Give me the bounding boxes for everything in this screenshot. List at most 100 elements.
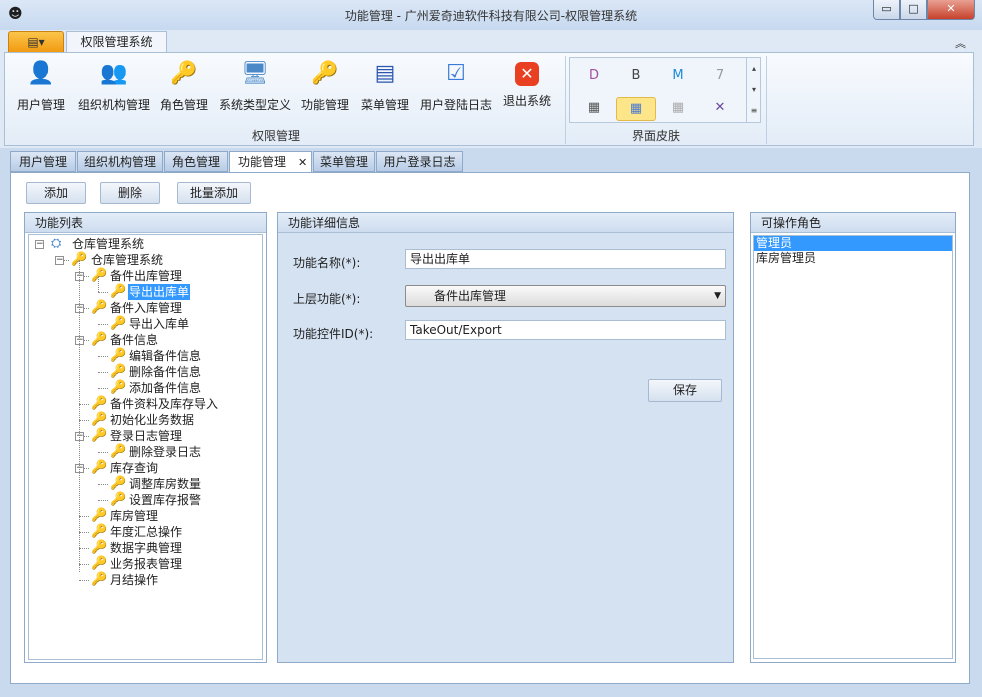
key-icon: 🔑 (91, 428, 108, 443)
key-icon: 🔑 (91, 460, 108, 475)
key-icon: 🔑 (91, 540, 108, 555)
delete-button[interactable]: 删除 (100, 182, 160, 204)
parent-function-select[interactable]: 备件出库管理 ▼ (405, 285, 726, 307)
maximize-button[interactable]: □ (900, 0, 927, 20)
key-icon: 🔑 (91, 332, 108, 347)
tree-node[interactable]: 添加备件信息 (128, 380, 202, 396)
expand-toggle[interactable]: − (55, 256, 64, 265)
tree-node[interactable]: 年度汇总操作 (109, 524, 183, 540)
ribbon-button-label: 用户管理 (16, 98, 65, 112)
panel-title: 功能详细信息 (278, 213, 733, 233)
close-button[interactable]: ✕ (927, 0, 975, 20)
app-menu-button[interactable]: ▤▾ (8, 31, 64, 53)
key-icon: 🔑 (110, 348, 127, 363)
key-icon: 🔑 (110, 364, 127, 379)
tree-node[interactable]: 初始化业务数据 (109, 412, 195, 428)
tab-3[interactable]: 功能管理 ✕ (229, 151, 312, 173)
tab-0[interactable]: 用户管理 (10, 151, 76, 172)
tab-1[interactable]: 组织机构管理 (77, 151, 163, 172)
tab-label: 组织机构管理 (83, 155, 156, 169)
key-icon: 🔑 (91, 556, 108, 571)
tree-node[interactable]: 月结操作 (109, 572, 159, 588)
key-icon: 🔑 (110, 284, 127, 299)
ribbon-button-label: 系统类型定义 (218, 98, 291, 112)
key-icon: 🔑 (110, 380, 127, 395)
tab-4[interactable]: 菜单管理 (313, 151, 375, 172)
tree-node[interactable]: 数据字典管理 (109, 540, 183, 556)
skin-option-5[interactable]: ▦ (616, 97, 656, 121)
key-icon: 🔑 (110, 476, 127, 491)
gallery-scroll[interactable]: ▴ ▾ ≡ (746, 58, 761, 122)
ribbon-button-7[interactable]: ✕ 退出系统 (497, 58, 557, 109)
add-button[interactable]: 添加 (26, 182, 86, 204)
tree-node[interactable]: 备件入库管理 (109, 300, 183, 316)
control-id-input[interactable]: TakeOut/Export (405, 320, 726, 340)
skin-option-4[interactable]: ▦ (574, 97, 614, 121)
tree-node[interactable]: 仓库管理系统 (71, 236, 145, 252)
tab-5[interactable]: 用户登录日志 (376, 151, 463, 172)
skin-option-6[interactable]: ▦ (658, 97, 698, 121)
computer-icon: 🖥 (241, 61, 269, 86)
ribbon-button-6[interactable]: ☑ 用户登陆日志 (418, 58, 494, 113)
tree-node[interactable]: 库存查询 (109, 460, 159, 476)
title-bar: ☻ 功能管理 - 广州爱奇迪软件科技有限公司-权限管理系统 ▭ □ ✕ (0, 0, 982, 30)
tree-node[interactable]: 仓库管理系统 (90, 252, 164, 268)
menu-icon: ▤ (374, 61, 396, 86)
tree-node[interactable]: 导出入库单 (128, 316, 190, 332)
ribbon-tab[interactable]: 权限管理系统 (66, 31, 167, 53)
ribbon-button-3[interactable]: 🖥 系统类型定义 (218, 58, 292, 113)
skin-option-7[interactable]: ✕ (700, 97, 740, 121)
group-label-skin: 界面皮肤 (632, 129, 681, 143)
window-title: 功能管理 - 广州爱奇迪软件科技有限公司-权限管理系统 (344, 9, 638, 23)
tree-node[interactable]: 业务报表管理 (109, 556, 183, 572)
skin-option-2[interactable]: M (658, 65, 698, 89)
tab-label: 用户登录日志 (383, 155, 456, 169)
user-icon: 👤 (27, 61, 55, 86)
tree-node[interactable]: 备件出库管理 (109, 268, 183, 284)
ribbon-button-1[interactable]: 👥 组织机构管理 (76, 58, 152, 113)
skin-option-3[interactable]: 7 (700, 65, 740, 89)
ribbon-button-5[interactable]: ▤ 菜单管理 (355, 58, 415, 113)
tab-label: 角色管理 (171, 155, 220, 169)
function-name-input[interactable]: 导出出库单 (405, 249, 726, 269)
ribbon-button-label: 组织机构管理 (77, 98, 150, 112)
tab-2[interactable]: 角色管理 (164, 151, 228, 172)
tree-node[interactable]: 设置库存报警 (128, 492, 202, 508)
tree-node[interactable]: 登录日志管理 (109, 428, 183, 444)
collapse-ribbon-icon[interactable]: ︽ (955, 35, 966, 51)
ribbon-button-0[interactable]: 👤 用户管理 (10, 58, 72, 113)
tree-node[interactable]: 备件信息 (109, 332, 159, 348)
tree-node[interactable]: 导出出库单 (128, 284, 191, 300)
ribbon-button-label: 角色管理 (159, 98, 208, 112)
function-detail-panel: 功能详细信息 功能名称(*): 导出出库单 上层功能(*): 备件出库管理 ▼ … (277, 212, 734, 663)
skin-option-0[interactable]: D (574, 65, 614, 89)
tab-label: 菜单管理 (319, 155, 368, 169)
ribbon-button-2[interactable]: 🔑 角色管理 (152, 58, 216, 113)
panel-title: 功能列表 (25, 213, 266, 233)
minimize-button[interactable]: ▭ (873, 0, 900, 20)
tree-node[interactable]: 编辑备件信息 (128, 348, 202, 364)
tree-node[interactable]: 删除登录日志 (128, 444, 202, 460)
panel-title: 可操作角色 (751, 213, 955, 233)
batch-add-button[interactable]: 批量添加 (177, 182, 251, 204)
key-icon: 🔑 (91, 300, 108, 315)
save-button[interactable]: 保存 (648, 379, 722, 402)
key-icon: 🔑 (91, 508, 108, 523)
tree-node[interactable]: 库房管理 (109, 508, 159, 524)
control-id-label: 功能控件ID(*): (293, 327, 374, 341)
checklist-icon: ☑ (446, 61, 466, 86)
role-item[interactable]: 管理员 (754, 236, 952, 251)
tree-node[interactable]: 备件资料及库存导入 (109, 396, 219, 412)
tree-node[interactable]: 删除备件信息 (128, 364, 202, 380)
group-label-permission: 权限管理 (252, 129, 301, 143)
tree-node[interactable]: 调整库房数量 (128, 476, 202, 492)
role-key-icon: 🔑 (170, 61, 198, 86)
close-tab-icon[interactable]: ✕ (298, 156, 307, 169)
expand-toggle[interactable]: − (35, 240, 44, 249)
tab-label: 功能管理 (238, 155, 287, 169)
key-icon: 🔑 (311, 61, 339, 86)
parent-label: 上层功能(*): (293, 292, 361, 306)
ribbon-button-4[interactable]: 🔑 功能管理 (295, 58, 355, 113)
skin-option-1[interactable]: B (616, 65, 656, 89)
role-item[interactable]: 库房管理员 (754, 251, 952, 266)
